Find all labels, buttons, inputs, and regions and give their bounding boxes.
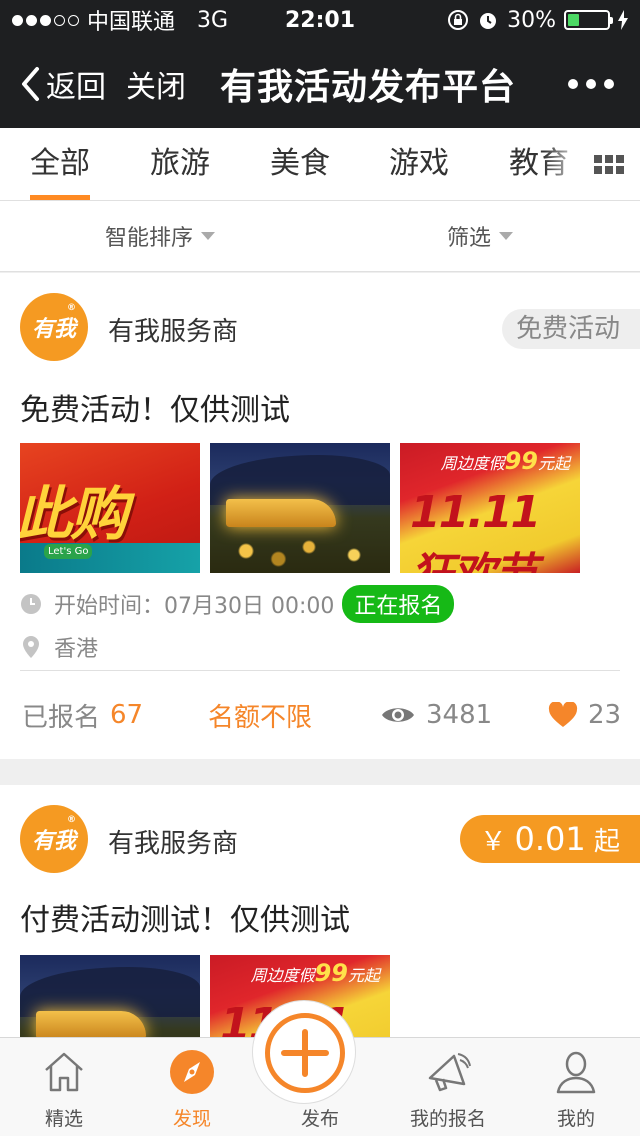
plus-icon	[281, 1029, 329, 1077]
filter-label: 筛选	[446, 226, 491, 251]
avatar[interactable]: 有我 ®	[20, 293, 88, 361]
avatar[interactable]: 有我 ®	[20, 805, 88, 873]
registered-mark: ®	[67, 303, 76, 313]
tab-mine[interactable]: 我的	[512, 1038, 640, 1136]
currency-symbol: ￥	[480, 827, 507, 857]
image-promo: 周边度假99元起	[250, 959, 380, 987]
views-stat: 3481	[380, 671, 492, 759]
start-time-row: 开始时间： 07月30日 00:00 正在报名	[20, 585, 455, 623]
likes-count: 23	[588, 700, 622, 730]
caret-down-icon	[499, 232, 513, 240]
stats-row: 已报名 67 名额不限 3481 23	[0, 671, 640, 759]
image-promo: 周边度假99元起	[440, 447, 570, 475]
carrier-label: 中国联通	[87, 10, 176, 35]
tab-featured[interactable]: 精选	[0, 1038, 128, 1136]
like-button[interactable]: 23	[548, 671, 621, 759]
smart-sort-dropdown[interactable]: 智能排序	[0, 201, 320, 271]
vendor-name[interactable]: 有我服务商	[108, 823, 238, 860]
tab-discover[interactable]: 发现	[128, 1038, 256, 1136]
sort-filter-bar: 智能排序 筛选	[0, 201, 640, 272]
avatar-logo-text: 有我	[31, 317, 76, 342]
back-label: 返回	[46, 70, 106, 105]
status-bar: 中国联通 3G 22:01 30%	[0, 0, 640, 40]
activity-image[interactable]	[210, 443, 390, 573]
signed-up-count: 67	[110, 700, 144, 730]
price-badge: ￥ 0.01 起	[460, 815, 640, 863]
rotation-lock-icon	[448, 10, 469, 30]
category-tabs: 全部 旅游 美食 游戏 教育	[0, 128, 640, 201]
tab-food[interactable]: 美食	[270, 128, 330, 200]
views-count: 3481	[426, 700, 493, 730]
caret-down-icon	[201, 232, 215, 240]
start-time-value: 07月30日 00:00	[164, 594, 335, 619]
page-title: 有我活动发布平台	[220, 67, 517, 108]
tab-my-registrations[interactable]: 我的报名	[384, 1038, 512, 1136]
home-icon	[45, 1052, 83, 1092]
quota-label: 名额不限	[208, 702, 313, 733]
battery-icon	[564, 10, 613, 30]
tab-label: 精选	[44, 1108, 83, 1130]
grid-icon	[594, 154, 624, 174]
tab-publish[interactable]: 发布	[252, 1000, 384, 1136]
close-button[interactable]: 关闭	[126, 62, 186, 106]
compass-icon	[170, 1050, 214, 1094]
price-suffix: 起	[593, 827, 620, 857]
avatar-logo-text: 有我	[31, 829, 76, 854]
activity-image[interactable]: 此购 Let's Go	[20, 443, 200, 573]
signed-up-label: 已报名	[22, 702, 101, 733]
bottom-tab-bar: 精选 发现 发布 我的报名 我的	[0, 1000, 640, 1136]
publish-button[interactable]	[252, 1000, 356, 1104]
tab-label: 发现	[172, 1108, 211, 1130]
clock-icon	[21, 594, 41, 614]
filter-dropdown[interactable]: 筛选	[320, 201, 640, 271]
smart-sort-label: 智能排序	[104, 226, 193, 251]
user-icon	[556, 1051, 596, 1094]
eye-icon	[382, 708, 414, 722]
more-button[interactable]	[568, 79, 614, 89]
price-value: 0.01	[514, 820, 586, 858]
location-row: 香港	[20, 631, 98, 663]
signed-up-stat: 已报名 67	[22, 671, 143, 759]
network-label: 3G	[197, 7, 229, 33]
vendor-name[interactable]: 有我服务商	[108, 311, 238, 348]
chevron-left-icon	[22, 67, 39, 101]
alarm-icon	[480, 13, 497, 29]
battery-percent: 30%	[507, 7, 556, 33]
activity-title[interactable]: 付费活动测试！仅供测试	[20, 895, 350, 939]
category-grid-button[interactable]	[578, 128, 640, 200]
heart-icon	[548, 702, 578, 727]
tab-travel[interactable]: 旅游	[150, 128, 210, 200]
image-tag: Let's Go	[44, 544, 93, 559]
megaphone-icon	[428, 1053, 471, 1092]
tab-all[interactable]: 全部	[30, 128, 90, 200]
image-text: 11.11狂欢节	[410, 487, 541, 573]
activity-card[interactable]: 有我 ® 有我服务商 免费活动 免费活动！仅供测试 此购 Let's Go 周边…	[0, 273, 640, 759]
activity-image[interactable]: 周边度假99元起 11.11狂欢节	[400, 443, 580, 573]
back-button[interactable]: 返回	[20, 62, 106, 106]
status-badge: 正在报名	[342, 585, 455, 623]
tab-label: 我的	[556, 1108, 595, 1130]
registered-mark: ®	[67, 815, 76, 825]
nav-bar: 返回 关闭 有我活动发布平台	[0, 40, 640, 128]
signal-icon	[12, 14, 79, 26]
free-activity-badge: 免费活动	[501, 309, 640, 349]
tab-label: 发布	[300, 1108, 339, 1130]
tab-label: 我的报名	[409, 1108, 486, 1130]
image-text: 此购	[20, 480, 128, 548]
start-time-label: 开始时间：	[54, 594, 165, 619]
tab-games[interactable]: 游戏	[389, 128, 449, 200]
active-tab-indicator	[30, 195, 90, 200]
charging-icon	[618, 10, 628, 30]
location-value: 香港	[54, 637, 99, 662]
location-pin-icon	[23, 636, 39, 658]
activity-title[interactable]: 免费活动！仅供测试	[20, 385, 290, 429]
